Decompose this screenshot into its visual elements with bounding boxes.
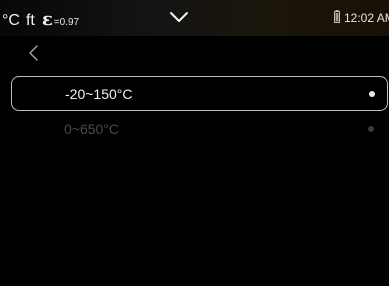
chevron-down-icon[interactable] xyxy=(169,11,189,23)
chevron-left-icon[interactable] xyxy=(26,44,40,62)
screen: °C ft ε =0.97 12:02 AM -20~150°C 0~650°C xyxy=(0,0,389,286)
range-option-low[interactable]: -20~150°C xyxy=(11,76,388,111)
range-option-label: -20~150°C xyxy=(65,86,133,102)
status-readouts: °C ft ε =0.97 xyxy=(2,9,80,30)
emissivity-icon: ε xyxy=(41,9,53,30)
status-bar: °C ft ε =0.97 12:02 AM xyxy=(0,0,389,36)
range-option-high[interactable]: 0~650°C xyxy=(11,112,388,147)
battery-icon xyxy=(334,10,340,23)
distance-unit: ft xyxy=(25,12,35,29)
unselected-dot-icon xyxy=(368,126,374,132)
range-option-label: 0~650°C xyxy=(64,121,120,137)
temperature-unit: °C xyxy=(2,12,20,29)
status-time: 12:02 AM xyxy=(344,11,389,25)
selected-dot-icon xyxy=(369,91,375,97)
emissivity-value: =0.97 xyxy=(53,17,80,28)
